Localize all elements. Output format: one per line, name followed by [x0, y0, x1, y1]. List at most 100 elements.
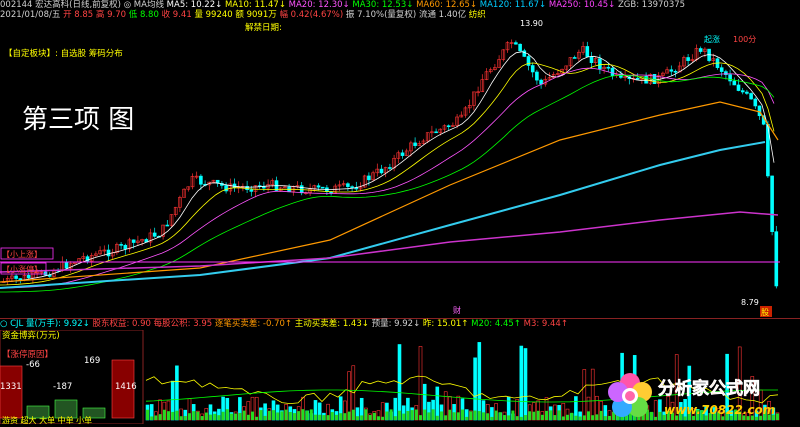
candle-body	[635, 77, 640, 80]
volume-sub-bar	[154, 415, 158, 420]
volume-sub-bar	[330, 412, 334, 420]
candle-body	[686, 57, 690, 61]
volume-sub-bar	[511, 410, 515, 420]
volume-sub-bar	[263, 415, 267, 420]
volume-sub-bar	[587, 411, 590, 420]
candle-body	[434, 131, 438, 134]
ohlc-item-0: 2021/01/08/五	[0, 10, 64, 20]
fund-panel: 资金博弈(万元) 【涨停原因】 -66 169 1331 -187 1416 游…	[0, 330, 144, 424]
candle-body	[749, 93, 753, 100]
ohlc-item-6: 额 9091万	[235, 10, 280, 20]
volume-sub-bar	[515, 416, 519, 420]
volume-sub-bar	[591, 415, 595, 420]
ma-legend-item-2: MA5: 10.22↓	[166, 0, 225, 10]
volume-sub-bar	[284, 409, 288, 420]
candle-body	[698, 48, 703, 52]
watermark-url: www.70822.com	[664, 403, 775, 417]
indicator-legend-item-6: 昨: 15.01↑	[422, 319, 472, 329]
candle-body	[589, 56, 594, 63]
candle-body	[388, 167, 392, 169]
indicator-legend-item-2: 每股公积: 3.95	[153, 319, 215, 329]
volume-sub-bar	[393, 416, 397, 420]
candle-body	[518, 43, 522, 52]
volume-sub-bar	[549, 410, 553, 420]
ma-legend-row: 002144 宏达高科(日线,前复权) ◎ MA均线 MA5: 10.22↓ M…	[0, 0, 685, 10]
volume-sub-bar	[196, 411, 200, 420]
fund-value-4: -187	[53, 382, 72, 392]
volume-sub-bar	[570, 412, 574, 420]
ohlc-item-5: 量 99240	[194, 10, 236, 20]
volume-sub-bar	[246, 414, 250, 420]
candle-body	[757, 105, 762, 117]
volume-sub-bar	[234, 413, 238, 420]
fund-value-1: -66	[26, 360, 40, 370]
volume-sub-bar	[503, 415, 506, 420]
ma-legend-item-9: ZGB: 13970375	[617, 0, 686, 10]
volume-sub-bar	[309, 409, 313, 420]
candle-body	[770, 175, 774, 232]
volume-sub-bar	[566, 414, 569, 420]
fund-title: 资金博弈(万元)	[2, 330, 60, 341]
candle-body	[774, 231, 779, 287]
watermark-title: 分析家公式网	[658, 378, 760, 399]
volume-sub-bar	[398, 410, 401, 420]
fund-subtitle: 【涨停原因】	[2, 349, 53, 360]
candle-body	[745, 91, 749, 94]
price-chart[interactable]: 【自定板块】: 自选股 筹码分布 解禁日期: 第三项 图 13.90 8.79 …	[0, 20, 800, 318]
volume-sub-bar	[276, 412, 280, 420]
volume-sub-bar	[335, 414, 338, 420]
volume-sub-bar	[351, 409, 355, 420]
volume-sub-bar	[536, 410, 540, 420]
candle-body	[526, 56, 531, 66]
fund-value-3: 1331	[0, 382, 22, 392]
candle-body	[673, 70, 678, 73]
ma-legend-item-8: MA250: 10.45↓	[548, 0, 618, 10]
volume-sub-bar	[524, 415, 527, 420]
ohlc-item-7: 幅 0.42(4.67%)	[279, 10, 346, 20]
volume-sub-bar	[167, 411, 170, 420]
low-price-label: 8.79	[741, 298, 759, 307]
volume-sub-bar	[242, 410, 246, 420]
volume-sub-bar	[448, 409, 452, 420]
ma5-line	[0, 51, 775, 283]
candle-body	[350, 186, 354, 188]
ohlc-item-10: 纺织	[468, 10, 486, 20]
ma-legend-item-0: 002144 宏达高科(日线,前复权)	[0, 0, 124, 10]
candle-body	[26, 275, 31, 279]
candle-body	[535, 71, 539, 81]
candle-body	[119, 244, 123, 246]
volume-sub-bar	[322, 415, 326, 420]
candle-body	[598, 58, 602, 70]
volume-sub-bar	[171, 411, 175, 420]
volume-sub-bar	[280, 411, 284, 420]
volume-sub-bar	[175, 410, 179, 420]
flower-logo-icon: 分析家公式网 www.70822.com	[608, 373, 775, 417]
volume-sub-bar	[578, 416, 582, 420]
volume-sub-bar	[150, 416, 154, 420]
volume-sub-bar	[595, 414, 599, 420]
volume-bar	[435, 386, 440, 421]
candle-body	[14, 275, 18, 279]
volume-sub-bar	[213, 413, 217, 420]
volume-bar	[254, 396, 259, 421]
volume-sub-bar	[288, 412, 292, 420]
volume-sub-bar	[301, 409, 305, 420]
volume-sub-bar	[402, 413, 406, 420]
ohlc-item-8: 振 7.10%(量复权)	[345, 10, 419, 20]
volume-sub-bar	[440, 411, 443, 420]
high-price-label: 13.90	[520, 20, 543, 28]
candle-body	[299, 185, 304, 194]
volume-sub-bar	[146, 409, 149, 420]
volume-sub-bar	[297, 411, 301, 420]
volume-sub-bar	[267, 410, 271, 420]
indicator-legend-item-3: 逐笔买卖差: -0.70↑	[214, 319, 295, 329]
volume-sub-bar	[238, 412, 242, 420]
candle-body	[514, 42, 518, 45]
volume-sub-bar	[519, 416, 523, 420]
ma-legend-item-6: MA60: 12.65↓	[416, 0, 480, 10]
volume-bar	[519, 345, 524, 421]
candle-body	[316, 185, 321, 188]
candle-body	[740, 90, 745, 93]
volume-sub-bar	[477, 411, 481, 420]
volume-sub-bar	[423, 409, 427, 420]
